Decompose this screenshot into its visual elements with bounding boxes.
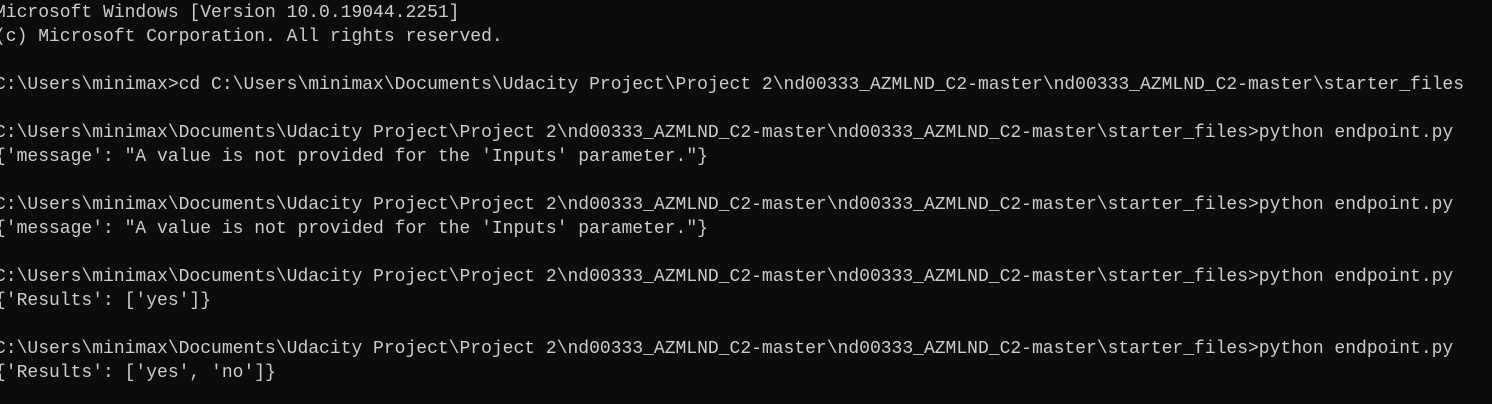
command-line: C:\Users\minimax\Documents\Udacity Proje…	[0, 123, 1454, 143]
command-line: C:\Users\minimax\Documents\Udacity Proje…	[0, 195, 1454, 215]
command-line: C:\Users\minimax\Documents\Udacity Proje…	[0, 267, 1454, 287]
version-line: Microsoft Windows [Version 10.0.19044.22…	[0, 3, 460, 23]
output-line: {'Results': ['yes', 'no']}	[0, 363, 276, 383]
console-output[interactable]: Microsoft Windows [Version 10.0.19044.22…	[0, 1, 1492, 404]
copyright-line: (c) Microsoft Corporation. All rights re…	[0, 27, 503, 47]
output-line: {'Results': ['yes']}	[0, 291, 212, 311]
cd-command-line: C:\Users\minimax>cd C:\Users\minimax\Doc…	[0, 75, 1465, 95]
output-line: {'message': "A value is not provided for…	[0, 147, 708, 167]
output-line: {'message': "A value is not provided for…	[0, 219, 708, 239]
command-line: C:\Users\minimax\Documents\Udacity Proje…	[0, 339, 1454, 359]
